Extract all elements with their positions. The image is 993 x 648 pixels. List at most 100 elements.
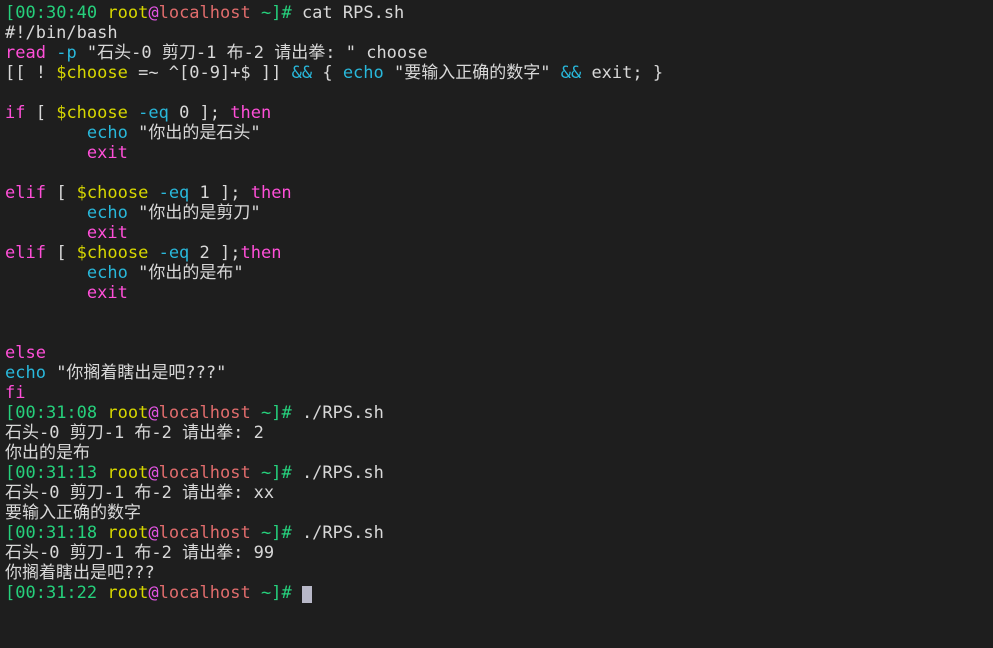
text-segment: [ — [25, 103, 57, 123]
terminal-code-line: elif [ $choose -eq 1 ]; then — [5, 183, 993, 203]
terminal-code-line: elif [ $choose -eq 2 ];then — [5, 243, 993, 263]
prompt-open-bracket: [ — [5, 523, 16, 543]
terminal-output-line: 你搁着瞎出是吧??? — [5, 563, 993, 583]
terminal-code-line: echo "你出的是剪刀" — [5, 203, 993, 223]
text-segment: 石头-0 剪刀-1 布-2 请出拳: xx — [5, 483, 275, 503]
text-segment: [ — [45, 243, 77, 263]
prompt-timestamp: 00:31:13 — [15, 463, 98, 483]
text-segment: 你搁着瞎出是吧??? — [5, 563, 155, 583]
text-segment — [148, 243, 158, 263]
prompt-close: ]# — [271, 583, 292, 603]
prompt-close: ]# — [271, 463, 292, 483]
terminal-code-line: echo "你出的是石头" — [5, 123, 993, 143]
terminal-code-line: echo "你出的是布" — [5, 263, 993, 283]
text-segment: 要输入正确的数字 — [5, 503, 141, 523]
prompt-user: root — [107, 463, 149, 483]
text-segment — [5, 263, 87, 283]
text-segment: elif — [5, 243, 46, 263]
terminal-command — [292, 583, 302, 603]
text-segment: 石头-0 剪刀-1 布-2 请出拳: 2 — [5, 423, 264, 443]
prompt-at-symbol: @ — [148, 463, 159, 483]
text-segment: echo — [86, 123, 128, 143]
text-segment — [128, 103, 138, 123]
prompt-at-symbol: @ — [148, 403, 159, 423]
text-segment: [[ ! — [5, 63, 57, 83]
terminal-prompt-line: [00:31:22 root@localhost ~]# — [5, 583, 993, 603]
terminal-code-line — [5, 323, 993, 343]
terminal-code-line: #!/bin/bash — [5, 23, 993, 43]
prompt-user: root — [107, 583, 149, 603]
text-segment: exit — [86, 143, 128, 163]
terminal-output-line: 石头-0 剪刀-1 布-2 请出拳: 2 — [5, 423, 993, 443]
terminal-prompt-line: [00:31:18 root@localhost ~]# ./RPS.sh — [5, 523, 993, 543]
text-segment: -eq — [158, 243, 190, 263]
prompt-hostname: localhost — [158, 583, 251, 603]
prompt-space-2 — [251, 3, 261, 23]
prompt-space-2 — [251, 463, 261, 483]
text-segment: echo — [86, 263, 128, 283]
text-segment: [ — [45, 183, 77, 203]
text-segment: =~ ^[0-9]+$ ]] — [127, 63, 292, 83]
terminal-cursor — [301, 586, 312, 603]
text-segment: 石头-0 剪刀-1 布-2 请出拳: 99 — [5, 543, 275, 563]
text-segment: { — [312, 63, 343, 83]
text-segment: "石头-0 剪刀-1 布-2 请出拳: " choose — [76, 43, 428, 63]
text-segment: $choose — [56, 63, 128, 83]
terminal-screen[interactable]: [00:30:40 root@localhost ~]# cat RPS.sh #… — [0, 0, 993, 648]
terminal-code-line — [5, 83, 993, 103]
prompt-open-bracket: [ — [5, 463, 16, 483]
prompt-cwd: ~ — [260, 403, 272, 423]
text-segment: echo — [86, 203, 128, 223]
prompt-open-bracket: [ — [5, 3, 16, 23]
prompt-hostname: localhost — [158, 3, 251, 23]
text-segment: $choose — [76, 183, 149, 203]
prompt-close: ]# — [271, 403, 292, 423]
terminal-command: cat RPS.sh — [291, 3, 405, 23]
terminal-code-line: exit — [5, 283, 993, 303]
text-segment: if — [5, 103, 26, 123]
prompt-timestamp: 00:31:08 — [15, 403, 98, 423]
text-segment — [5, 143, 87, 163]
prompt-hostname: localhost — [158, 403, 251, 423]
prompt-timestamp: 00:31:18 — [15, 523, 98, 543]
terminal-code-line: [[ ! $choose =~ ^[0-9]+$ ]] && { echo "要… — [5, 63, 993, 83]
text-segment — [5, 123, 87, 143]
terminal-code-line: if [ $choose -eq 0 ]; then — [5, 103, 993, 123]
text-segment — [5, 203, 87, 223]
text-segment: "你出的是剪刀" — [127, 203, 261, 223]
prompt-space-2 — [251, 523, 261, 543]
text-segment: 0 ]; — [168, 103, 231, 123]
text-segment: then — [250, 183, 292, 203]
prompt-at-symbol: @ — [148, 3, 159, 23]
text-segment: 1 ]; — [189, 183, 251, 203]
prompt-timestamp: 00:30:40 — [15, 3, 98, 23]
text-segment: exit; } — [581, 63, 664, 83]
prompt-close: ]# — [271, 3, 292, 23]
prompt-open-bracket: [ — [5, 583, 16, 603]
terminal-command: ./RPS.sh — [291, 403, 384, 423]
text-segment: elif — [5, 183, 46, 203]
terminal-output-line: 石头-0 剪刀-1 布-2 请出拳: xx — [5, 483, 993, 503]
terminal-code-line — [5, 303, 993, 323]
text-segment: fi — [5, 383, 26, 403]
terminal-command: ./RPS.sh — [291, 463, 384, 483]
terminal-code-line: read -p "石头-0 剪刀-1 布-2 请出拳: " choose — [5, 43, 993, 63]
terminal-prompt-line: [00:31:13 root@localhost ~]# ./RPS.sh — [5, 463, 993, 483]
prompt-hostname: localhost — [158, 463, 251, 483]
text-segment: else — [5, 343, 46, 363]
text-segment — [5, 283, 87, 303]
text-segment: 你出的是布 — [5, 443, 90, 463]
text-segment: && — [560, 63, 582, 83]
text-segment — [46, 43, 56, 63]
text-segment: -eq — [138, 103, 169, 123]
text-segment: echo — [342, 63, 384, 83]
terminal-code-line: fi — [5, 383, 993, 403]
text-segment: then — [230, 103, 272, 123]
prompt-hostname: localhost — [158, 523, 251, 543]
